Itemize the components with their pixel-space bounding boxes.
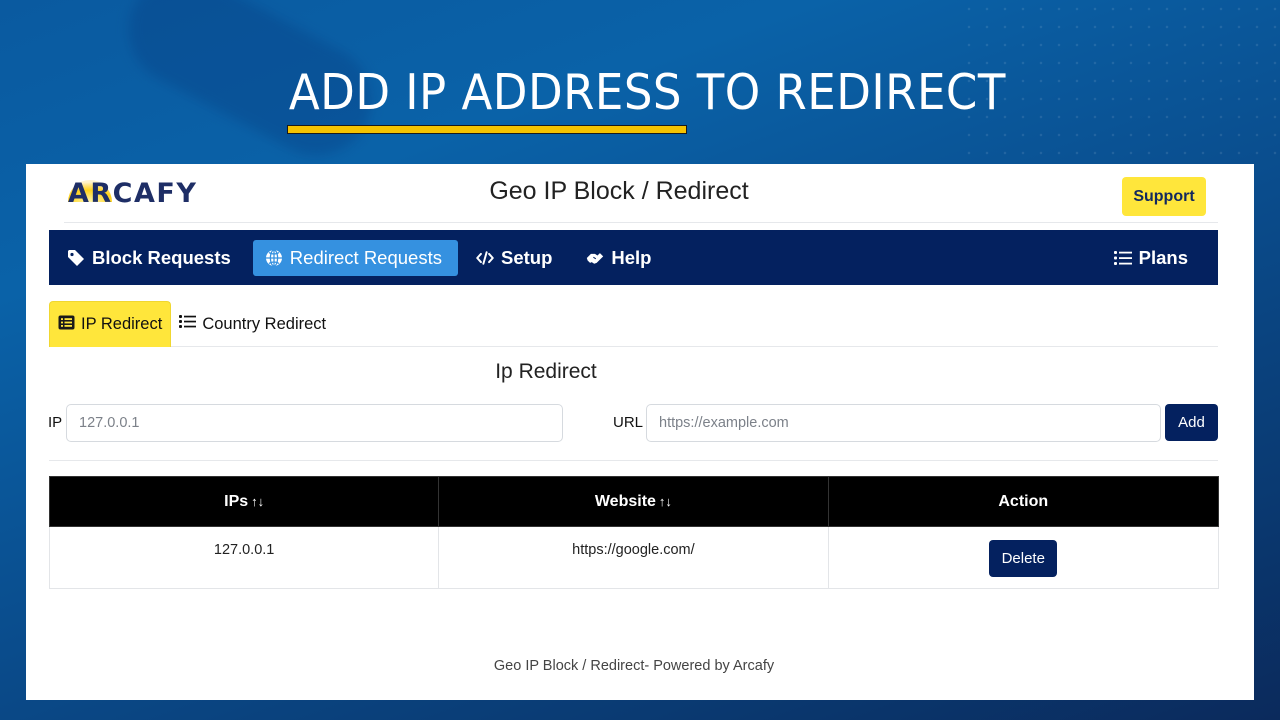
nav-label: Block Requests xyxy=(92,246,231,268)
title-underline xyxy=(287,125,687,134)
ip-input[interactable] xyxy=(66,404,563,442)
app-title: Geo IP Block / Redirect xyxy=(489,177,749,205)
url-label: URL xyxy=(613,414,644,431)
app-window: ARCAFY Geo IP Block / Redirect Support B… xyxy=(26,164,1254,700)
nav-label: Redirect Requests xyxy=(289,246,442,268)
nav-help[interactable]: Help xyxy=(574,240,667,276)
main-navbar: Block Requests Redirect Requests Setup H… xyxy=(49,230,1218,285)
sort-icon: ↑↓ xyxy=(251,493,265,509)
handshake-icon xyxy=(586,249,604,267)
list-icon xyxy=(1113,249,1132,267)
column-header-ips[interactable]: IPs ↑↓ xyxy=(48,476,440,527)
list-icon xyxy=(179,314,197,334)
cell-action: Delete xyxy=(827,526,1220,589)
form-divider xyxy=(49,460,1218,461)
nav-plans[interactable]: Plans xyxy=(1102,240,1204,276)
nav-redirect-requests[interactable]: Redirect Requests xyxy=(252,239,458,276)
code-icon xyxy=(476,249,494,267)
tab-label: Country Redirect xyxy=(202,314,327,333)
footer-text: Geo IP Block / Redirect- Powered by Arca… xyxy=(493,658,775,674)
nav-block-requests[interactable]: Block Requests xyxy=(55,240,247,276)
support-button[interactable]: Support xyxy=(1122,177,1206,216)
column-header-action: Action xyxy=(827,476,1220,527)
ip-label: IP xyxy=(48,414,63,431)
tag-icon xyxy=(67,249,85,267)
nav-label: Help xyxy=(611,246,652,268)
tab-ip-redirect[interactable]: IP Redirect xyxy=(49,301,172,347)
table-row: 127.0.0.1 https://google.com/ Delete xyxy=(48,526,1220,589)
nav-setup[interactable]: Setup xyxy=(464,240,568,276)
section-title: Ip Redirect xyxy=(495,360,597,383)
tab-country-redirect[interactable]: Country Redirect xyxy=(171,301,334,347)
ip-redirect-table: IPs ↑↓ Website ↑↓ Action 127.0.0.1 https:/… xyxy=(48,476,1220,589)
delete-button[interactable]: Delete xyxy=(989,540,1058,577)
nav-label: Plans xyxy=(1138,246,1188,268)
cell-ip: 127.0.0.1 xyxy=(48,526,440,589)
app-header: ARCAFY Geo IP Block / Redirect Support xyxy=(64,164,1218,223)
redirect-tabs: IP Redirect Country Redirect xyxy=(49,301,1218,347)
url-input[interactable] xyxy=(646,404,1161,442)
table-header-row: IPs ↑↓ Website ↑↓ Action xyxy=(48,476,1220,527)
sort-icon: ↑↓ xyxy=(658,493,672,509)
column-header-website[interactable]: Website ↑↓ xyxy=(438,476,829,527)
table-list-icon xyxy=(58,315,75,335)
ip-redirect-form: IP URL Add xyxy=(48,404,1218,442)
slide-title: ADD IP ADDRESS TO REDIRECT xyxy=(288,64,1006,121)
cell-website: https://google.com/ xyxy=(438,526,829,589)
tab-label: IP Redirect xyxy=(81,315,163,333)
nav-label: Setup xyxy=(500,246,553,268)
globe-icon xyxy=(265,248,283,267)
add-button[interactable]: Add xyxy=(1165,404,1218,441)
